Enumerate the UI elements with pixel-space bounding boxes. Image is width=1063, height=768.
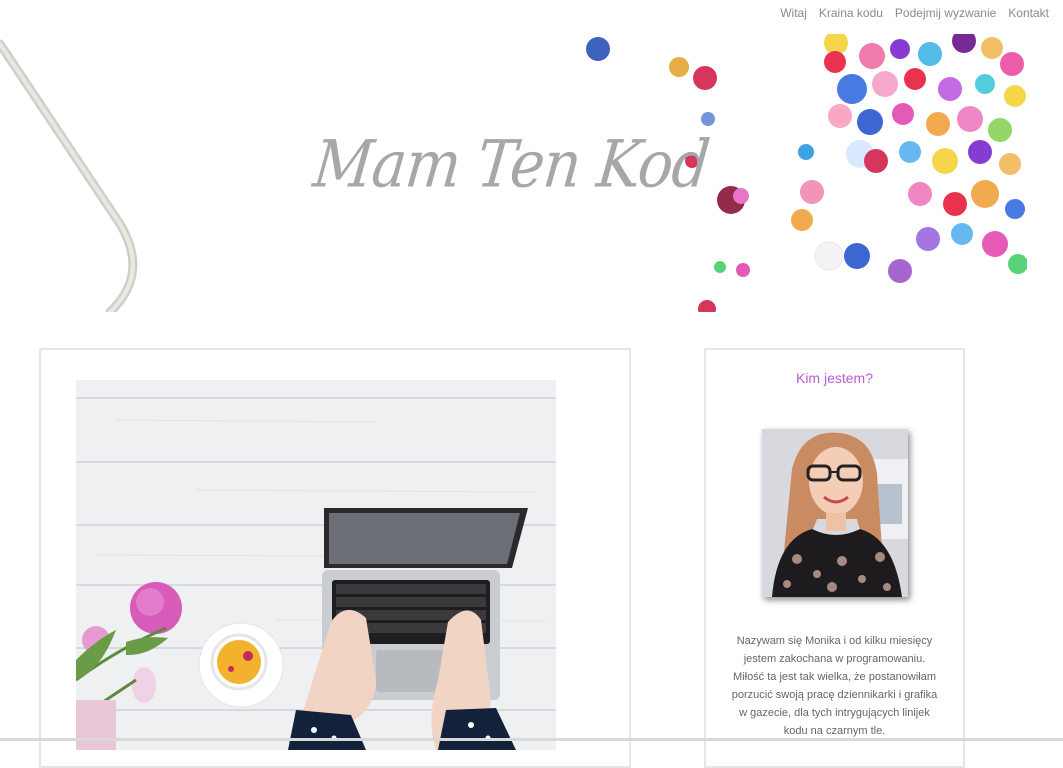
nav-item-podejmij-wyzwanie[interactable]: Podejmij wyzwanie <box>895 6 996 20</box>
author-bio: Nazywam się Monika i od kilku miesięcy j… <box>731 635 938 737</box>
laptop-desk-illustration <box>76 380 556 750</box>
about-sidebar: Kim jestem? Nazywam się Monika i od kilk… <box>704 348 965 768</box>
post-card <box>39 348 631 768</box>
top-navigation: Witaj Kraina kodu Podejmij wyzwanie Kont… <box>780 0 1049 26</box>
hero-banner: Mam Ten Kod <box>0 34 1027 312</box>
nav-item-kraina-kodu[interactable]: Kraina kodu <box>819 6 883 20</box>
author-photo <box>762 429 908 597</box>
post-featured-image[interactable] <box>76 380 556 750</box>
nav-item-kontakt[interactable]: Kontakt <box>1008 6 1049 20</box>
author-avatar <box>762 429 908 597</box>
site-title: Mam Ten Kod <box>309 126 713 203</box>
nav-item-witaj[interactable]: Witaj <box>780 6 807 20</box>
sidebar-title: Kim jestem? <box>795 370 874 386</box>
